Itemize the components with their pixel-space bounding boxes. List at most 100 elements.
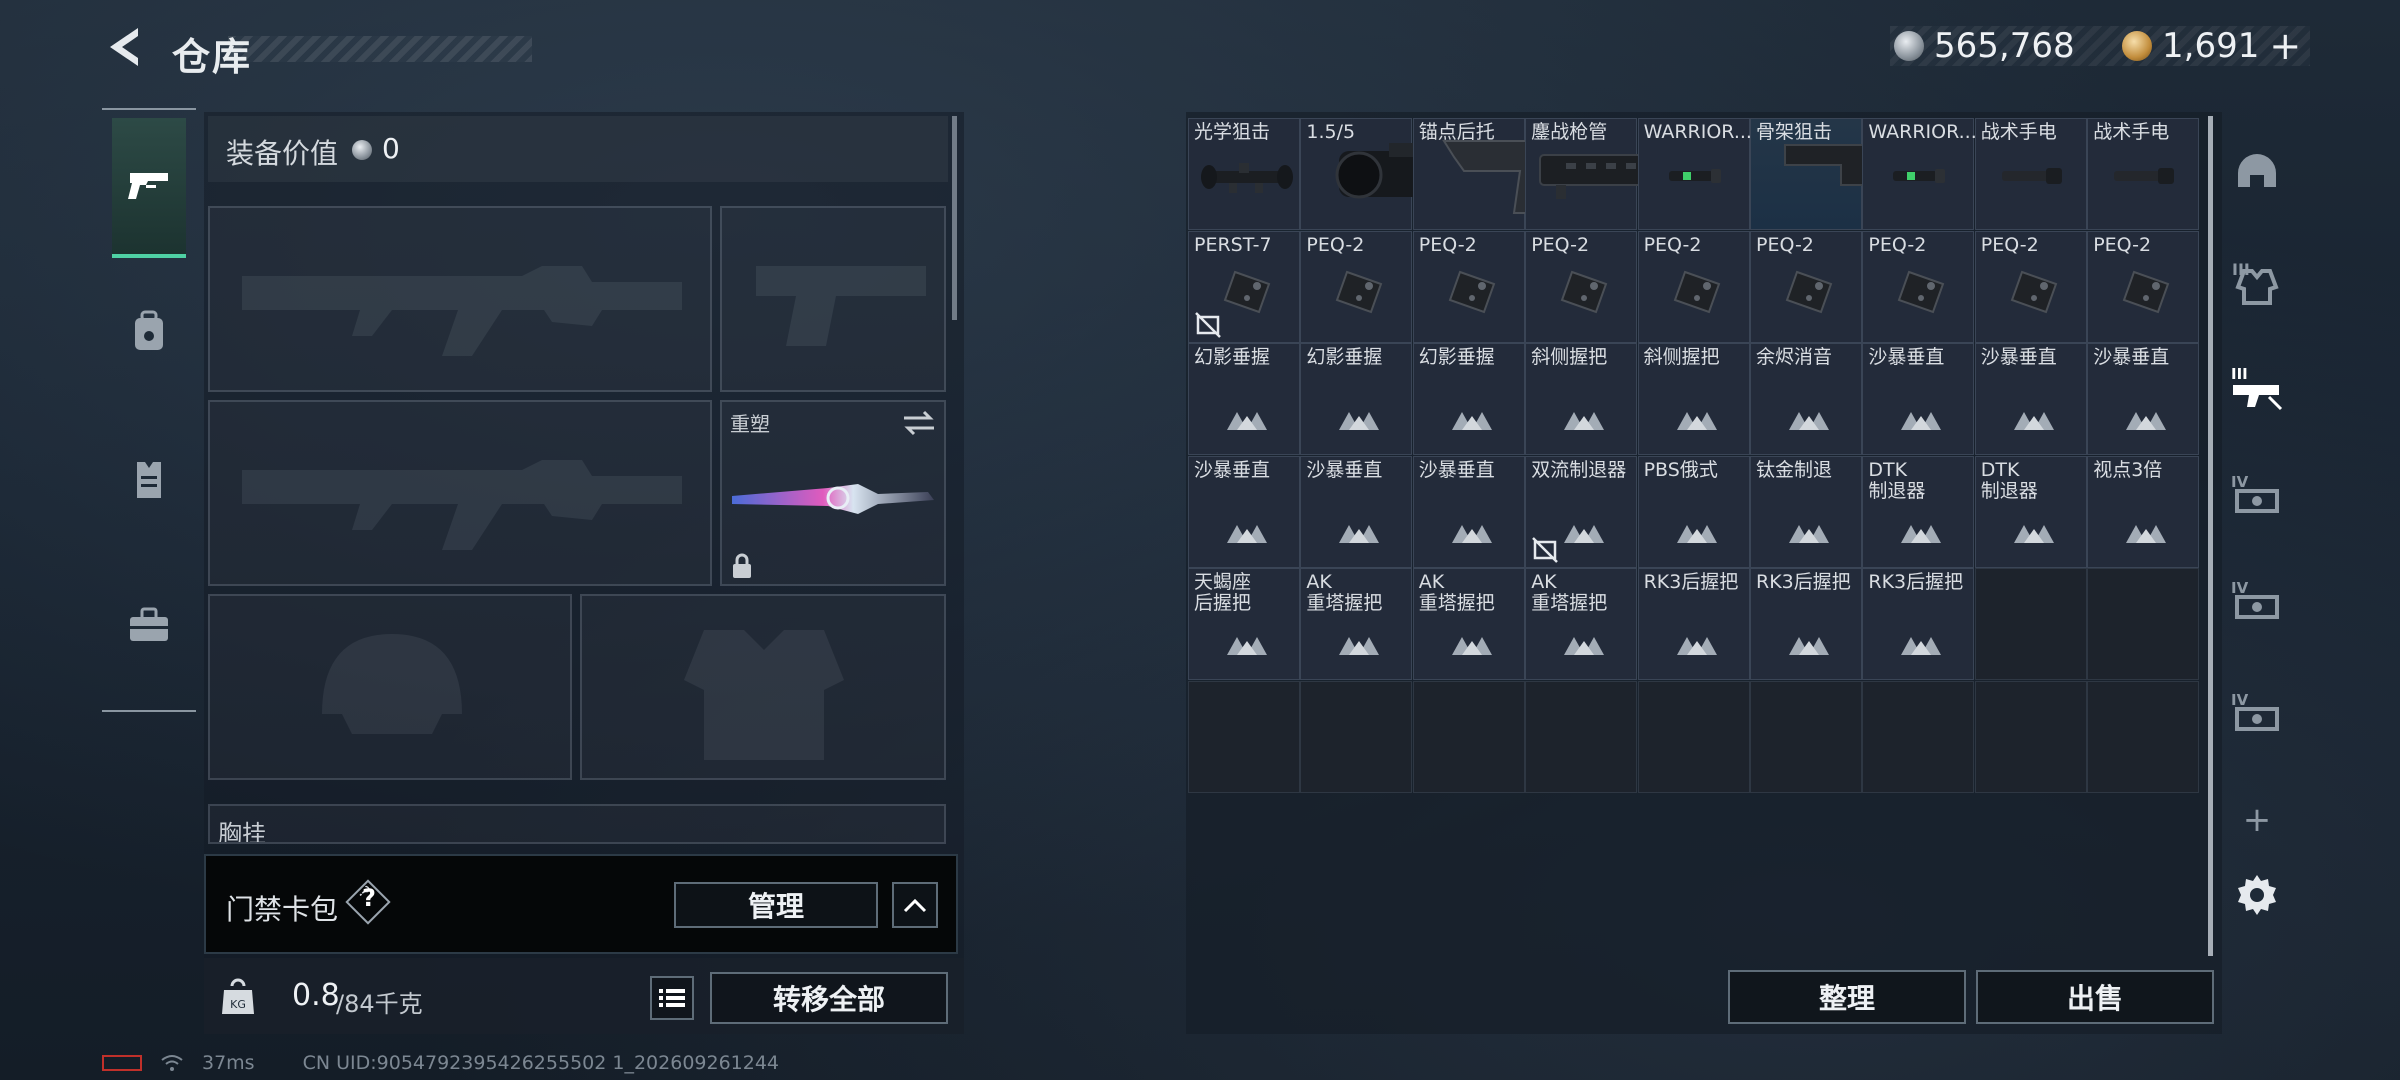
attachment-triangle-icon	[1564, 524, 1605, 543]
inventory-item[interactable]: PEQ-2	[2087, 230, 2200, 343]
inventory-item[interactable]: 双流制退器	[1525, 455, 1638, 568]
title-decoration	[228, 36, 532, 62]
gold-currency[interactable]: 1,691 +	[2122, 24, 2301, 68]
inventory-item[interactable]: PBS俄式	[1637, 455, 1750, 568]
inventory-item[interactable]: 沙暴垂直	[1188, 455, 1300, 568]
empty-slot[interactable]	[1188, 680, 1300, 793]
tab-attachments[interactable]: III	[2222, 336, 2292, 440]
list-icon	[659, 989, 685, 1007]
chest-rig-slot[interactable]: 胸挂	[208, 804, 946, 844]
inventory-item[interactable]: 沙暴垂直	[1974, 343, 2087, 455]
inventory-item[interactable]: PEQ-2	[1862, 230, 1975, 343]
inventory-item[interactable]: DTK 制退器	[1974, 455, 2087, 568]
inventory-item[interactable]: AK 重塔握把	[1300, 568, 1413, 680]
tab-tier4-a[interactable]: IV	[2222, 444, 2292, 548]
inventory-item[interactable]: 余烬消音	[1750, 343, 1862, 455]
svg-text:III: III	[2231, 365, 2248, 383]
empty-slot[interactable]	[2087, 568, 2200, 680]
sort-button[interactable]: 整理	[1728, 970, 1966, 1024]
laser-module-icon	[2010, 270, 2058, 313]
tab-backpack[interactable]	[112, 296, 186, 366]
inventory-item[interactable]: RK3后握把	[1750, 568, 1862, 680]
inventory-item[interactable]: 沙暴垂直	[1862, 343, 1975, 455]
inventory-item[interactable]: 鏖战枪管	[1525, 118, 1705, 230]
empty-slot[interactable]	[1300, 680, 1413, 793]
inventory-item[interactable]: 战术手电	[2087, 118, 2200, 230]
inventory-item[interactable]: PEQ-2	[1750, 230, 1862, 343]
inventory-item[interactable]: 斜侧握把	[1525, 343, 1638, 455]
settings-button[interactable]	[2222, 860, 2292, 930]
attachment-triangle-icon	[1227, 637, 1267, 655]
empty-slot[interactable]	[1637, 680, 1750, 793]
inventory-item[interactable]: PEQ-2	[1637, 230, 1750, 343]
tab-toolbox[interactable]	[112, 590, 186, 660]
melee-slot[interactable]: 重塑	[720, 400, 946, 586]
inventory-item[interactable]: 幻影垂握	[1300, 343, 1413, 455]
inventory-item[interactable]: RK3后握把	[1637, 568, 1750, 680]
inventory-item[interactable]: WARRIOR...	[1637, 118, 1752, 230]
inventory-item[interactable]: 沙暴垂直	[1300, 455, 1413, 568]
empty-slot[interactable]	[1862, 680, 1975, 793]
empty-slot[interactable]	[1974, 680, 2087, 793]
inventory-item[interactable]: WARRIOR...	[1862, 118, 1977, 230]
inventory-item[interactable]: 幻影垂握	[1412, 343, 1525, 455]
inventory-item[interactable]: 斜侧握把	[1637, 343, 1750, 455]
add-tab-button[interactable]: +	[2222, 790, 2292, 850]
back-button[interactable]	[100, 22, 150, 72]
inventory-item[interactable]: PEQ-2	[1974, 230, 2087, 343]
gear-icon	[2238, 875, 2276, 915]
inventory-item[interactable]: 骨架狙击	[1750, 118, 1902, 230]
inventory-item[interactable]: 沙暴垂直	[1412, 455, 1525, 568]
tab-tier4-c[interactable]: IV	[2222, 662, 2292, 766]
inventory-item[interactable]: 锚点后托	[1412, 118, 1575, 230]
inventory-item[interactable]: 光学狙击	[1188, 118, 1300, 230]
inventory-item[interactable]: 幻影垂握	[1188, 343, 1300, 455]
empty-slot[interactable]	[1412, 680, 1525, 793]
secondary-weapon-slot[interactable]	[720, 206, 946, 392]
sell-button[interactable]: 出售	[1976, 970, 2214, 1024]
item-name: 战术手电	[2093, 121, 2170, 143]
inventory-item[interactable]: PEQ-2	[1412, 230, 1525, 343]
inventory-item[interactable]: 沙暴垂直	[2087, 343, 2200, 455]
inventory-item[interactable]: 视点3倍	[2087, 455, 2200, 568]
inventory-item[interactable]: RK3后握把	[1862, 568, 1975, 680]
add-currency-button[interactable]: +	[2269, 24, 2301, 68]
inventory-item[interactable]: DTK 制退器	[1862, 455, 1975, 568]
tertiary-weapon-slot[interactable]	[208, 400, 712, 586]
loadout-scrollbar[interactable]	[952, 116, 957, 320]
empty-slot[interactable]	[1750, 680, 1862, 793]
inventory-item[interactable]: PEQ-2	[1300, 230, 1413, 343]
item-name: RK3后握把	[1643, 571, 1739, 593]
inventory-item[interactable]: 钛金制退	[1750, 455, 1862, 568]
empty-slot[interactable]	[1974, 568, 2087, 680]
helmet-slot[interactable]	[208, 594, 572, 780]
loadout-category-tabs	[102, 108, 196, 712]
inventory-item[interactable]: 天蝎座 后握把	[1188, 568, 1300, 680]
empty-slot[interactable]	[1525, 680, 1638, 793]
collapse-button[interactable]	[892, 882, 938, 928]
inventory-item[interactable]: AK 重塔握把	[1525, 568, 1638, 680]
tab-vest[interactable]	[112, 444, 186, 514]
manage-button[interactable]: 管理	[674, 882, 878, 928]
empty-slot[interactable]	[2087, 680, 2200, 793]
flashlight-icon	[2001, 168, 2062, 184]
inventory-item[interactable]: PERST-7	[1188, 230, 1300, 343]
laser-module-icon	[1448, 270, 1496, 313]
inventory-item[interactable]: 战术手电	[1974, 118, 2087, 230]
transfer-all-button[interactable]: 转移全部	[710, 972, 948, 1024]
armor-slot[interactable]	[580, 594, 946, 780]
inventory-item[interactable]: 1.5/5	[1300, 118, 1470, 230]
inventory-item[interactable]: AK 重塔握把	[1412, 568, 1525, 680]
storage-scrollbar[interactable]	[2208, 116, 2213, 956]
list-view-button[interactable]	[650, 976, 694, 1020]
swap-icon[interactable]	[902, 410, 936, 436]
tab-helmet[interactable]	[2222, 120, 2292, 224]
item-name: PEQ-2	[1418, 233, 1477, 256]
primary-weapon-slot[interactable]	[208, 206, 712, 392]
item-name: AK 重塔握把	[1531, 571, 1608, 614]
tab-tier4-b[interactable]: IV	[2222, 550, 2292, 654]
inventory-item[interactable]: PEQ-2	[1525, 230, 1638, 343]
tab-tier3-armor[interactable]: III	[2222, 230, 2292, 334]
tab-weapons[interactable]	[112, 118, 186, 258]
item-name: 战术手电	[1980, 121, 2057, 143]
